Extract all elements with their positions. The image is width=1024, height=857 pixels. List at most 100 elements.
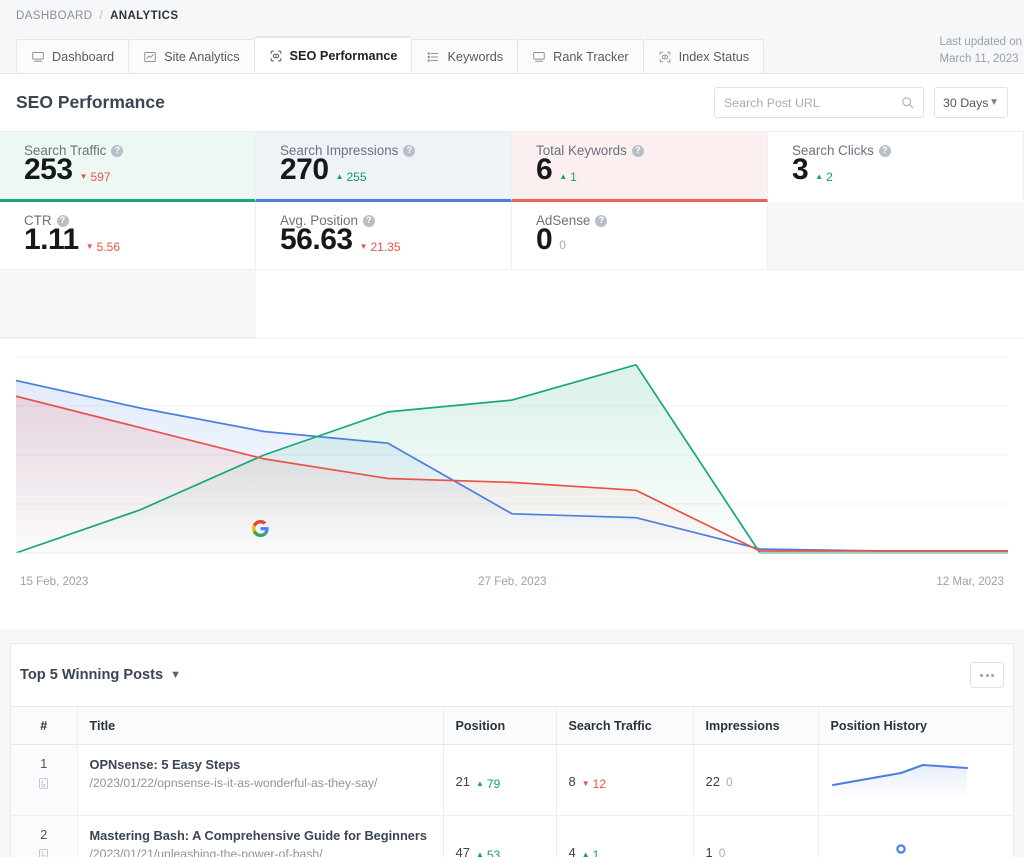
cell-delta: ▲ 79 — [476, 777, 500, 791]
stat-card-search-impressions[interactable]: Search Impressions? 270 ▲ 255 — [256, 132, 512, 202]
scan-eye-icon — [658, 50, 672, 64]
tab-dashboard[interactable]: Dashboard — [16, 39, 130, 73]
stat-delta: ▲ 2 — [815, 170, 833, 184]
traffic-value: 4 — [568, 845, 576, 857]
tab-label: Rank Tracker — [553, 49, 629, 64]
search-post-url-box[interactable] — [714, 87, 924, 118]
more-options-button[interactable] — [970, 662, 1004, 688]
search-icon — [901, 96, 914, 109]
date-range-value: 30 Days — [943, 95, 989, 110]
stat-cards: Search Traffic? 253 ▼ 597 Search Impressions… — [0, 132, 1024, 338]
cell-position: 47 ▲ 53 — [443, 815, 557, 857]
rank-number: 1 — [40, 756, 48, 771]
stat-value-row: 253 ▼ 597 — [24, 153, 255, 187]
trend-down-icon: ▼ — [581, 779, 590, 788]
breadcrumb-root[interactable]: DASHBOARD — [16, 10, 92, 22]
stat-value: 1.11 — [24, 223, 79, 256]
seo-trend-chart[interactable] — [16, 339, 1008, 577]
scan-eye-icon — [269, 49, 283, 63]
impressions-value: 22 — [705, 774, 720, 789]
seo-trend-chart-card: 15 Feb, 2023 27 Feb, 2023 12 Mar, 2023 — [0, 338, 1024, 629]
list-icon — [426, 50, 440, 64]
cell-title: Mastering Bash: A Comprehensive Guide fo… — [77, 815, 444, 857]
cell-delta: ▼ 12 — [582, 777, 606, 791]
search-input[interactable] — [724, 95, 901, 110]
tab-seo-performance[interactable]: SEO Performance — [253, 37, 413, 73]
page-header: SEO Performance 30 Days ▼ — [0, 74, 1024, 132]
stat-card-total-keywords[interactable]: Total Keywords? 6 ▲ 1 — [512, 132, 768, 202]
stat-value: 6 — [536, 153, 553, 186]
stat-delta: ▲ 1 — [559, 170, 577, 184]
tab-keywords[interactable]: Keywords — [411, 39, 519, 73]
stat-card-search-traffic[interactable]: Search Traffic? 253 ▼ 597 — [0, 132, 256, 202]
monitor-icon — [31, 50, 45, 64]
help-icon[interactable]: ? — [595, 214, 608, 227]
page-title: SEO Performance — [16, 92, 165, 112]
breadcrumb-separator: / — [99, 10, 104, 22]
stat-value: 270 — [280, 153, 329, 186]
column-header-position-history: Position History — [818, 706, 1013, 745]
stat-card-ctr[interactable]: CTR? 1.11 ▼ 5.56 — [0, 202, 256, 270]
stat-card-avg-position[interactable]: Avg. Position? 56.63 ▼ 21.35 — [256, 202, 512, 270]
stat-card-adsense[interactable]: AdSense? 0 0 — [512, 202, 768, 270]
stat-value-row: 56.63 ▼ 21.35 — [280, 223, 511, 257]
traffic-value: 8 — [568, 774, 576, 789]
top-posts-table: # Title Position Search Traffic Impressions P… — [11, 706, 1013, 857]
stat-value: 0 — [536, 223, 553, 256]
stat-delta-value: 597 — [90, 170, 111, 184]
tab-rank-tracker[interactable]: Rank Tracker — [517, 39, 644, 73]
stat-value: 253 — [24, 153, 73, 186]
top-posts-title: Top 5 Winning Posts — [20, 667, 164, 683]
sparkline-point — [895, 844, 906, 854]
cell-delta-value: 0 — [718, 846, 726, 857]
cell-delta: 0 — [726, 775, 733, 789]
stat-delta-value: 1 — [570, 170, 577, 184]
tab-index-status[interactable]: Index Status — [642, 39, 765, 73]
stat-delta: ▲ 255 — [336, 170, 367, 184]
post-title-link[interactable]: Mastering Bash: A Comprehensive Guide fo… — [90, 827, 431, 844]
help-icon[interactable]: ? — [631, 144, 644, 157]
column-header-search-traffic: Search Traffic — [556, 706, 694, 745]
breadcrumb-current: ANALYTICS — [110, 10, 179, 22]
chevron-down-icon: ▼ — [989, 97, 999, 108]
cell-delta-value: 53 — [486, 848, 501, 857]
trend-up-icon: ▲ — [815, 172, 824, 181]
impressions-value: 1 — [705, 845, 713, 857]
stat-delta-value: 21.35 — [370, 240, 401, 254]
table-row[interactable]: 1 OPNsense: 5 Easy Steps/2023/01/22/opnse… — [11, 744, 1013, 816]
trend-up-icon: ▲ — [559, 172, 568, 181]
help-icon[interactable]: ? — [111, 144, 124, 157]
tab-site-analytics[interactable]: Site Analytics — [128, 39, 255, 73]
last-updated: Last updated on March 11, 2023 — [940, 34, 1023, 68]
cell-delta-value: 0 — [725, 775, 733, 789]
cell-delta-value: 12 — [592, 777, 607, 791]
post-url[interactable]: /2023/01/22/opnsense-is-it-as-wonderful-… — [90, 775, 431, 792]
position-value: 21 — [455, 774, 470, 789]
page-header-controls: 30 Days ▼ — [714, 87, 1008, 118]
cell-delta: ▲ 1 — [582, 848, 600, 857]
cell-position-history — [818, 744, 1013, 816]
column-header-position: Position — [443, 706, 557, 745]
doc-icon — [23, 848, 65, 857]
position-value: 47 — [455, 845, 470, 857]
cell-position: 21 ▲ 79 — [443, 744, 557, 816]
date-range-select[interactable]: 30 Days ▼ — [934, 87, 1008, 118]
help-icon[interactable]: ? — [878, 144, 891, 157]
table-row[interactable]: 2 Mastering Bash: A Comprehensive Guide f… — [11, 815, 1013, 857]
google-logo-marker — [252, 520, 269, 542]
stat-delta: ▼ 5.56 — [86, 240, 120, 254]
stat-delta: ▼ 21.35 — [360, 240, 401, 254]
top-posts-title-dropdown[interactable]: Top 5 Winning Posts ▼ — [20, 667, 181, 683]
trend-down-icon: ▼ — [359, 242, 368, 251]
post-url[interactable]: /2023/01/21/unleashing-the-power-of-bash… — [90, 846, 431, 857]
stat-card-search-clicks[interactable]: Search Clicks? 3 ▲ 2 — [768, 132, 1024, 202]
post-title-link[interactable]: OPNsense: 5 Easy Steps — [90, 756, 431, 773]
trend-down-icon: ▼ — [79, 172, 88, 181]
help-icon[interactable]: ? — [362, 214, 375, 227]
cell-rank: 1 — [11, 744, 78, 816]
tab-label: Index Status — [678, 49, 750, 64]
tab-label: SEO Performance — [289, 48, 398, 63]
cell-delta-value: 1 — [592, 848, 600, 857]
help-icon[interactable]: ? — [403, 144, 416, 157]
stat-delta: 0 — [559, 238, 566, 252]
